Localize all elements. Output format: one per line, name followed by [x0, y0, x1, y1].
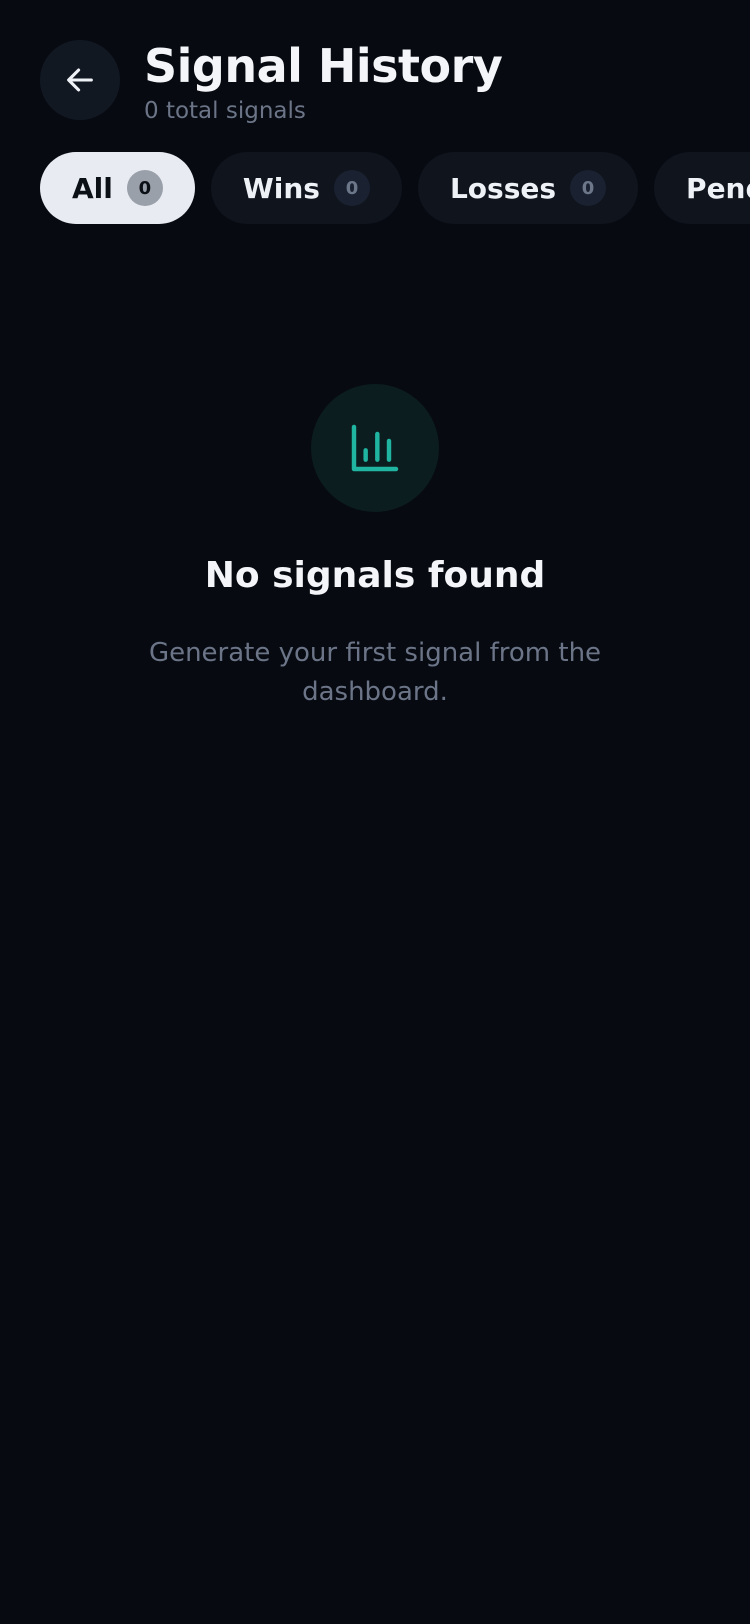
tab-count-badge: 0: [570, 170, 607, 206]
tab-count-badge: 0: [333, 170, 370, 206]
filter-tabs: All 0 Wins 0 Losses 0 Pending 0: [40, 152, 750, 224]
empty-state-title: No signals found: [204, 555, 546, 596]
page-title: Signal History: [144, 39, 503, 93]
signal-history-screen: Signal History 0 total signals All 0 Win…: [0, 0, 750, 1624]
empty-state-message: Generate your first signal from the dash…: [148, 638, 602, 707]
tab-label: Losses: [449, 171, 557, 205]
empty-state: No signals found Generate your first sig…: [0, 384, 750, 712]
tab-all[interactable]: All 0: [40, 152, 195, 224]
tab-wins[interactable]: Wins 0: [210, 152, 402, 224]
tab-label: Wins: [242, 171, 320, 205]
arrow-left-icon: [67, 68, 93, 92]
tab-count-badge: 0: [126, 170, 163, 206]
page-subtitle: 0 total signals: [144, 98, 306, 124]
empty-state-icon-circle: [311, 384, 439, 512]
tab-label: All: [72, 171, 113, 205]
title-block: Signal History 0 total signals: [144, 38, 503, 126]
tab-losses[interactable]: Losses 0: [417, 152, 639, 224]
back-button[interactable]: [40, 40, 120, 120]
tab-pending[interactable]: Pending 0: [654, 152, 750, 224]
page-header: Signal History 0 total signals: [40, 38, 503, 126]
bar-chart-icon: [351, 424, 399, 472]
tab-label: Pending: [686, 171, 750, 205]
